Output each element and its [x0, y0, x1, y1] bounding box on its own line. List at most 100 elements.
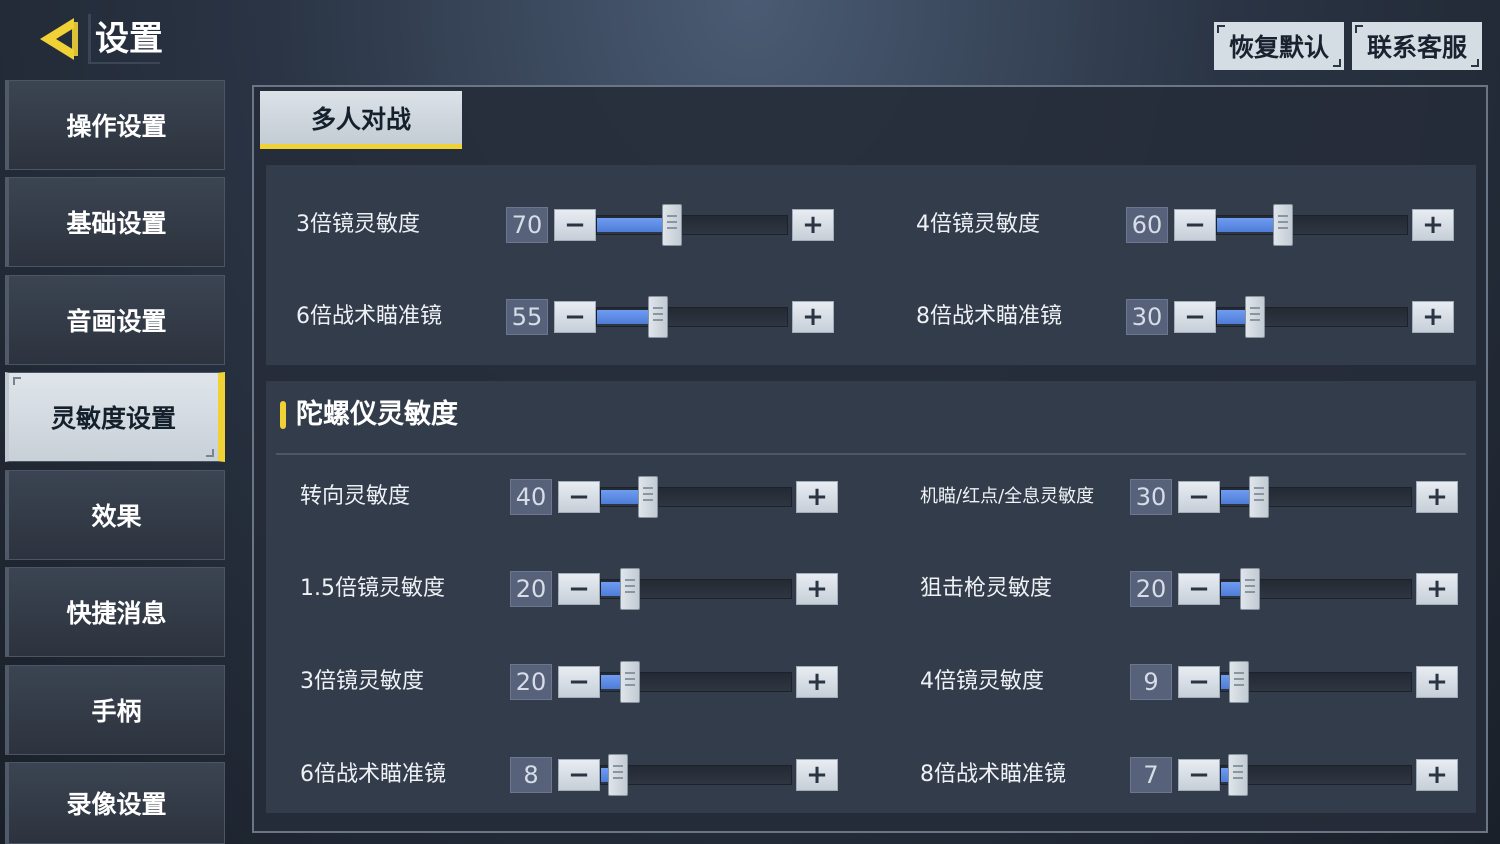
slider-thumb[interactable]: [608, 754, 628, 796]
increase-button[interactable]: +: [1416, 666, 1458, 698]
setting-label: 狙击枪灵敏度: [920, 576, 1053, 601]
setting-label: 3倍镜灵敏度: [296, 212, 420, 237]
slider-row: 8倍战术瞄准镜 30 − +: [916, 296, 1456, 338]
slider-row: 3倍镜灵敏度 70 − +: [296, 204, 836, 246]
decrease-button[interactable]: −: [1174, 209, 1216, 241]
slider-track[interactable]: [600, 476, 792, 518]
decrease-button[interactable]: −: [1178, 573, 1220, 605]
setting-label: 6倍战术瞄准镜: [296, 304, 442, 329]
slider-fill: [1217, 218, 1277, 232]
value-display: 30: [1130, 479, 1172, 515]
sidebar-item-controller[interactable]: 手柄: [5, 665, 225, 755]
reset-default-button[interactable]: 恢复默认: [1214, 22, 1344, 70]
increase-button[interactable]: +: [1416, 759, 1458, 791]
setting-label: 4倍镜灵敏度: [916, 212, 1040, 237]
tab-multiplayer[interactable]: 多人对战: [260, 91, 462, 149]
decrease-button[interactable]: −: [558, 759, 600, 791]
slider-thumb[interactable]: [620, 568, 640, 610]
slider-track[interactable]: [596, 296, 788, 338]
slider-thumb[interactable]: [1240, 568, 1260, 610]
increase-button[interactable]: +: [792, 301, 834, 333]
top-bar: 设置 恢复默认 联系客服: [0, 0, 1500, 80]
slider-row: 4倍镜灵敏度 60 − +: [916, 204, 1456, 246]
decrease-button[interactable]: −: [558, 481, 600, 513]
slider-track[interactable]: [1216, 296, 1408, 338]
slider-track[interactable]: [1216, 204, 1408, 246]
page-title: 设置: [88, 14, 163, 64]
decrease-button[interactable]: −: [558, 573, 600, 605]
slider-thumb[interactable]: [648, 296, 668, 338]
slider-row: 1.5倍镜灵敏度 20 − +: [300, 568, 840, 610]
slider-thumb[interactable]: [1249, 476, 1269, 518]
decrease-button[interactable]: −: [558, 666, 600, 698]
value-display: 30: [1126, 299, 1168, 335]
decrease-button[interactable]: −: [554, 301, 596, 333]
slider-track[interactable]: [600, 754, 792, 796]
slider-track[interactable]: [1220, 568, 1412, 610]
setting-label: 机瞄/红点/全息灵敏度: [920, 486, 1095, 507]
decrease-button[interactable]: −: [1178, 481, 1220, 513]
increase-button[interactable]: +: [796, 759, 838, 791]
slider-row: 6倍战术瞄准镜 8 − +: [300, 754, 840, 796]
slider-row: 机瞄/红点/全息灵敏度 30 − +: [920, 476, 1460, 518]
setting-label: 8倍战术瞄准镜: [916, 304, 1062, 329]
sidebar-item-sensitivity[interactable]: 灵敏度设置: [5, 372, 225, 462]
value-display: 20: [510, 664, 552, 700]
slider-thumb[interactable]: [638, 476, 658, 518]
value-display: 70: [506, 207, 548, 243]
slider-thumb[interactable]: [620, 661, 640, 703]
section-divider: [276, 453, 1466, 455]
section-accent-bar: [280, 401, 286, 429]
decrease-button[interactable]: −: [1178, 666, 1220, 698]
setting-label: 8倍战术瞄准镜: [920, 762, 1066, 787]
slider-row: 转向灵敏度 40 − +: [300, 476, 840, 518]
decrease-button[interactable]: −: [1178, 759, 1220, 791]
increase-button[interactable]: +: [1416, 481, 1458, 513]
decrease-button[interactable]: −: [1174, 301, 1216, 333]
scope-sensitivity-panel: 3倍镜灵敏度 70 − + 4倍镜灵敏度 60 − + 6倍战术瞄准镜 55 −: [266, 165, 1476, 365]
value-display: 20: [1130, 571, 1172, 607]
decrease-button[interactable]: −: [554, 209, 596, 241]
sidebar-item-audio-video[interactable]: 音画设置: [5, 275, 225, 365]
increase-button[interactable]: +: [1412, 209, 1454, 241]
sidebar-item-recording[interactable]: 录像设置: [5, 762, 225, 844]
slider-thumb[interactable]: [1229, 661, 1249, 703]
slider-track[interactable]: [600, 568, 792, 610]
slider-thumb[interactable]: [1245, 296, 1265, 338]
back-arrow-icon[interactable]: [34, 14, 84, 64]
increase-button[interactable]: +: [796, 666, 838, 698]
slider-fill: [597, 310, 652, 324]
value-display: 40: [510, 479, 552, 515]
gyro-sensitivity-panel: 陀螺仪灵敏度 转向灵敏度 40 − + 机瞄/红点/全息灵敏度 30 − + 1…: [266, 381, 1476, 813]
setting-label: 转向灵敏度: [300, 484, 411, 509]
increase-button[interactable]: +: [796, 573, 838, 605]
sidebar-item-quick-messages[interactable]: 快捷消息: [5, 567, 225, 657]
value-display: 20: [510, 571, 552, 607]
sidebar-item-basic[interactable]: 基础设置: [5, 177, 225, 267]
increase-button[interactable]: +: [796, 481, 838, 513]
value-display: 9: [1130, 664, 1172, 700]
setting-label: 1.5倍镜灵敏度: [300, 576, 445, 601]
slider-thumb[interactable]: [1228, 754, 1248, 796]
value-display: 55: [506, 299, 548, 335]
sidebar-item-effects[interactable]: 效果: [5, 470, 225, 560]
setting-label: 4倍镜灵敏度: [920, 669, 1044, 694]
increase-button[interactable]: +: [1416, 573, 1458, 605]
section-title: 陀螺仪灵敏度: [296, 399, 458, 430]
slider-row: 6倍战术瞄准镜 55 − +: [296, 296, 836, 338]
slider-row: 狙击枪灵敏度 20 − +: [920, 568, 1460, 610]
slider-track[interactable]: [1220, 476, 1412, 518]
value-display: 60: [1126, 207, 1168, 243]
slider-row: 8倍战术瞄准镜 7 − +: [920, 754, 1460, 796]
increase-button[interactable]: +: [1412, 301, 1454, 333]
increase-button[interactable]: +: [792, 209, 834, 241]
slider-thumb[interactable]: [662, 204, 682, 246]
slider-track[interactable]: [600, 661, 792, 703]
slider-row: 3倍镜灵敏度 20 − +: [300, 661, 840, 703]
slider-thumb[interactable]: [1273, 204, 1293, 246]
slider-track[interactable]: [1220, 754, 1412, 796]
slider-track[interactable]: [596, 204, 788, 246]
slider-track[interactable]: [1220, 661, 1412, 703]
contact-support-button[interactable]: 联系客服: [1352, 22, 1482, 70]
sidebar-item-controls[interactable]: 操作设置: [5, 80, 225, 170]
